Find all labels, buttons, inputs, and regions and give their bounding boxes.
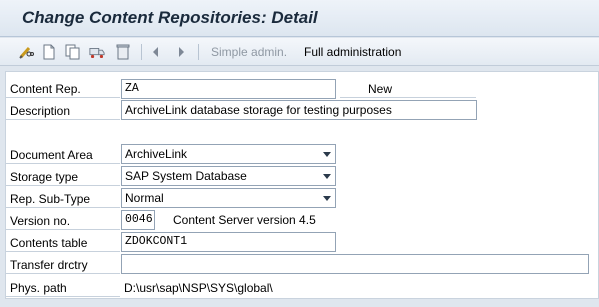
copy-icon[interactable] xyxy=(65,44,81,60)
pencil-glasses-icon[interactable] xyxy=(18,44,34,60)
storage-type-label: Storage type xyxy=(10,170,79,184)
full-administration-button[interactable]: Full administration xyxy=(304,45,401,59)
dropdown-arrow-icon[interactable] xyxy=(323,152,331,157)
label-underline xyxy=(6,251,120,252)
storage-type-dropdown[interactable]: SAP System Database xyxy=(121,166,336,186)
application-toolbar: Simple admin. Full administration xyxy=(0,38,599,66)
version-no-label: Version no. xyxy=(10,214,71,228)
page-title: Change Content Repositories: Detail xyxy=(22,8,318,27)
version-no-field[interactable]: 0046 xyxy=(121,210,155,230)
contents-table-field[interactable]: ZDOKCONT1 xyxy=(121,232,336,252)
label-underline xyxy=(6,119,120,120)
toolbar-separator xyxy=(198,44,199,60)
description-label: Description xyxy=(10,104,71,118)
storage-type-value: SAP System Database xyxy=(125,169,247,183)
new-page-icon[interactable] xyxy=(41,44,57,60)
label-underline xyxy=(6,229,120,230)
content-rep-label: Content Rep. xyxy=(10,82,81,96)
simple-admin-button[interactable]: Simple admin. xyxy=(211,45,287,59)
rep-sub-type-value: Normal xyxy=(125,191,164,205)
content-server-version-text: Content Server version 4.5 xyxy=(173,213,316,227)
rep-sub-type-dropdown[interactable]: Normal xyxy=(121,188,336,208)
trash-icon[interactable] xyxy=(115,44,131,60)
label-underline xyxy=(6,296,120,297)
dropdown-arrow-icon[interactable] xyxy=(323,174,331,179)
previous-icon[interactable] xyxy=(148,44,164,60)
dropdown-arrow-icon[interactable] xyxy=(323,196,331,201)
phys-path-label: Phys. path xyxy=(10,281,67,295)
toolbar-separator xyxy=(141,44,142,60)
next-icon[interactable] xyxy=(173,44,189,60)
label-underline xyxy=(6,273,120,274)
label-underline xyxy=(6,207,120,208)
phys-path-value: D:\usr\sap\NSP\SYS\global\ xyxy=(124,281,273,295)
document-area-value: ArchiveLink xyxy=(125,147,188,161)
document-area-label: Document Area xyxy=(10,148,93,162)
label-underline xyxy=(6,163,120,164)
transfer-drctry-label: Transfer drctry xyxy=(10,258,88,272)
label-underline xyxy=(6,97,120,98)
content-rep-field[interactable]: ZA xyxy=(121,79,336,99)
description-field[interactable]: ArchiveLink database storage for testing… xyxy=(121,100,477,120)
rep-sub-type-label: Rep. Sub-Type xyxy=(10,192,91,206)
label-underline xyxy=(6,185,120,186)
status-new: New xyxy=(368,82,393,96)
document-area-dropdown[interactable]: ArchiveLink xyxy=(121,144,336,164)
transfer-drctry-field[interactable] xyxy=(121,254,589,274)
contents-table-label: Contents table xyxy=(10,236,88,250)
transport-icon[interactable] xyxy=(89,44,105,60)
status-underline xyxy=(340,97,476,98)
title-bar: Change Content Repositories: Detail xyxy=(0,0,599,37)
